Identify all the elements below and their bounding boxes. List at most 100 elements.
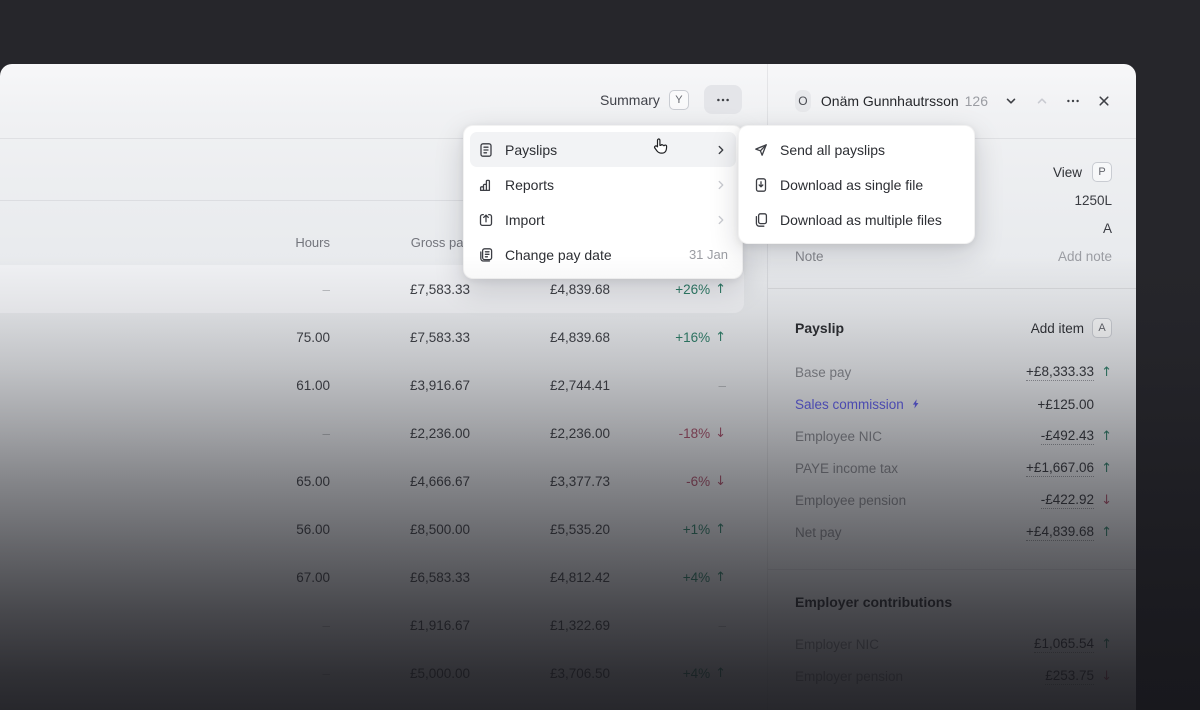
employer-item-value[interactable]: £253.75 (1045, 668, 1094, 685)
cell-gross-pay: £8,500.00 (409, 521, 470, 537)
menu-item-trailing-text: 31 Jan (688, 247, 728, 262)
table-row[interactable]: – £2,236.00 £2,236.00 -18% (0, 409, 744, 457)
cell-net-pay: £3,706.50 (549, 665, 610, 681)
cell-net-pay: £4,839.68 (549, 281, 610, 297)
submenu-item[interactable]: Send all payslips (745, 132, 968, 167)
trend-arrow-icon (1094, 429, 1112, 444)
add-item-label: Add item (1030, 320, 1084, 336)
table-row[interactable]: – £5,000.00 £3,706.50 +4% (0, 649, 744, 697)
app-window: Summary Y Hours Gross pay – £7,583.33 £4… (0, 64, 1136, 710)
add-item-shortcut-key: A (1092, 318, 1112, 338)
section-divider (768, 569, 1136, 570)
payslip-section-header: Payslip Add item A (795, 314, 1112, 342)
cell-change: -18% (610, 426, 726, 441)
cell-net-pay: £3,377.73 (549, 473, 610, 489)
employer-item-row: Employer NIC £1,065.54 (795, 628, 1112, 660)
ellipsis-icon (717, 98, 729, 101)
submenu-item-label: Download as single file (780, 176, 924, 193)
table-row[interactable]: 56.00 £8,500.00 £5,535.20 +1% (0, 505, 744, 553)
view-button[interactable]: View (1053, 165, 1082, 180)
payslip-item-row: Employee NIC -£492.43 (795, 420, 1112, 452)
payslip-item-label: Net pay (795, 524, 842, 540)
close-icon (1099, 96, 1109, 106)
cell-hours: 65.00 (296, 473, 330, 489)
hand-cursor (654, 138, 668, 154)
menu-item-label: Change pay date (505, 246, 612, 263)
cell-gross-pay: £3,916.67 (409, 377, 470, 393)
menu-item[interactable]: Payslips (470, 132, 736, 167)
cell-gross-pay: £7,583.33 (409, 329, 470, 345)
download-single-icon (753, 177, 769, 193)
menu-item[interactable]: Reports (470, 167, 736, 202)
trend-arrow-icon (715, 282, 726, 297)
screen: Summary Y Hours Gross pay – £7,583.33 £4… (0, 0, 1200, 710)
previous-employee-button[interactable] (1034, 93, 1050, 109)
submenu-item-label: Send all payslips (780, 141, 886, 158)
column-header-hours: Hours (295, 235, 330, 250)
payslip-item-label: Sales commission (795, 397, 1037, 412)
employee-number: 126 (964, 93, 988, 109)
menu-item-label: Reports (505, 176, 555, 193)
payslip-item-value[interactable]: +£8,333.33 (1026, 364, 1094, 381)
view-shortcut-key: P (1092, 162, 1112, 182)
table-row[interactable]: 75.00 £7,583.33 £4,839.68 +16% (0, 313, 744, 361)
employer-item-value[interactable]: £1,065.54 (1033, 636, 1094, 653)
change-percent: – (718, 377, 726, 393)
employer-item-label: Employer pension (795, 668, 904, 684)
info-value[interactable]: Add note (1058, 249, 1112, 264)
cell-hours: 67.00 (296, 569, 330, 585)
menu-item[interactable]: Change pay date 31 Jan (470, 237, 736, 272)
payslip-item-row: PAYE income tax +£1,667.06 (795, 452, 1112, 484)
cell-change: – (610, 618, 726, 633)
payslip-item-label: PAYE income tax (795, 460, 899, 476)
payslip-item-value[interactable]: -£492.43 (1040, 428, 1094, 445)
send-icon (753, 142, 769, 158)
cell-hours: – (322, 425, 330, 441)
trend-arrow-icon (715, 474, 726, 489)
next-employee-button[interactable] (1003, 93, 1019, 109)
trend-arrow-icon (1094, 365, 1112, 380)
payslip-item-value[interactable]: -£422.92 (1040, 492, 1094, 509)
panel-close-button[interactable] (1096, 93, 1112, 109)
payslip-item-value[interactable]: +£1,667.06 (1026, 460, 1094, 477)
cell-gross-pay: £2,236.00 (409, 425, 470, 441)
employee-name: Onäm Gunnhautrsson (820, 93, 959, 109)
add-item-button[interactable]: Add item A (1031, 318, 1112, 338)
trend-arrow-icon (715, 426, 726, 441)
change-pay-date-icon (478, 247, 494, 263)
cell-hours: – (322, 617, 330, 633)
payslip-item-row: Base pay +£8,333.33 (795, 356, 1112, 388)
payslips-submenu: Send all payslips Download as single fil… (738, 125, 975, 244)
payslip-item-value[interactable]: +£4,839.68 (1026, 524, 1094, 541)
info-row: Note Add note (795, 242, 1112, 270)
cell-change: +4% (610, 666, 726, 681)
cell-change: +1% (610, 522, 726, 537)
cell-gross-pay: £7,583.33 (409, 281, 470, 297)
table-row[interactable]: 65.00 £4,666.67 £3,377.73 -6% (0, 457, 744, 505)
import-icon (478, 212, 494, 228)
cell-hours: – (322, 281, 330, 297)
change-percent: -6% (686, 473, 711, 489)
table-row[interactable]: 61.00 £3,916.67 £2,744.41 – (0, 361, 744, 409)
summary-toggle[interactable]: Summary (600, 92, 660, 108)
change-percent: +16% (675, 329, 711, 345)
info-value[interactable]: 1250L (1074, 193, 1112, 208)
cell-gross-pay: £5,000.00 (409, 665, 470, 681)
payslip-item-value[interactable]: +£125.00 (1037, 397, 1094, 412)
employer-item-label: Employer NIC (795, 636, 880, 652)
menu-item[interactable]: Import (470, 202, 736, 237)
submenu-item[interactable]: Download as multiple files (745, 202, 968, 237)
panel-more-button[interactable] (1065, 93, 1081, 109)
summary-shortcut-key: Y (668, 89, 689, 110)
info-value[interactable]: A (1103, 221, 1112, 236)
info-label: Note (795, 248, 824, 264)
section-divider (768, 288, 1136, 289)
menu-item-label: Import (505, 211, 545, 228)
window-header-controls: Summary Y (600, 85, 742, 114)
more-options-button[interactable] (703, 85, 742, 114)
submenu-item[interactable]: Download as single file (745, 167, 968, 202)
table-row[interactable]: 67.00 £6,583.33 £4,812.42 +4% (0, 553, 744, 601)
cell-hours: – (322, 665, 330, 681)
table-row[interactable]: – £1,916.67 £1,322.69 – (0, 601, 744, 649)
employer-section-header: Employer contributions (795, 588, 1112, 616)
